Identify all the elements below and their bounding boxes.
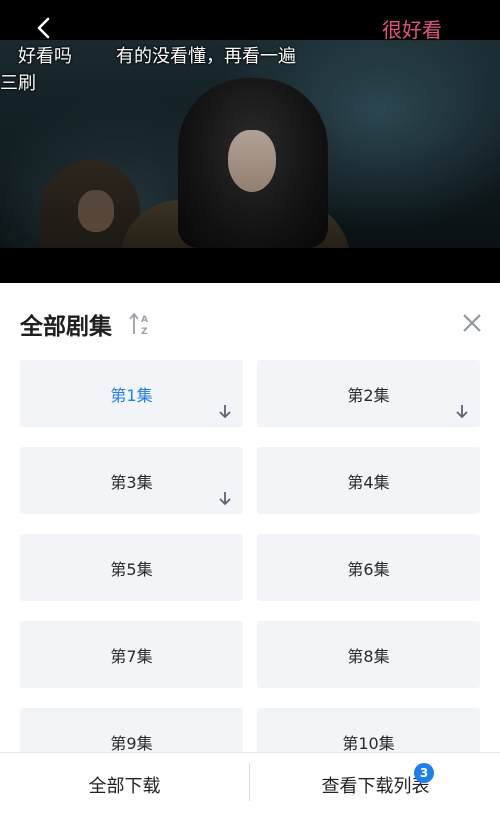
episode-grid: 第1集 第2集第3集 第4集第5集 第6集第7集 第8集第9集 第10集 (20, 360, 480, 775)
back-button[interactable] (30, 14, 58, 42)
danmaku-comment: 有的没看懂，再看一遍 (116, 46, 296, 67)
background-figure-face (78, 190, 114, 232)
panel-header: 全部剧集 A Z (0, 283, 500, 353)
episode-label: 第2集 (347, 385, 390, 405)
episode-item[interactable]: 第5集 (20, 534, 243, 601)
episode-item[interactable]: 第4集 (257, 447, 480, 514)
downloaded-arrow-icon (456, 405, 468, 418)
episode-label: 第1集 (110, 385, 153, 405)
close-icon[interactable] (460, 311, 484, 335)
episode-item[interactable]: 第3集 (20, 447, 243, 514)
episode-label: 第10集 (342, 733, 395, 753)
figure-face (228, 130, 276, 192)
divider (249, 763, 250, 801)
episode-label: 第4集 (347, 472, 390, 492)
episode-item[interactable]: 第1集 (20, 360, 243, 427)
downloaded-arrow-icon (219, 405, 231, 418)
episode-label: 第3集 (110, 472, 153, 492)
episode-label: 第8集 (347, 646, 390, 666)
episode-panel: 全部剧集 A Z 第1集 第2集第3集 第4集第5集 第6集第7集 第8集第9集 第10集 (0, 283, 500, 815)
sort-az-icon[interactable]: A Z (128, 311, 152, 337)
svg-text:A: A (141, 315, 148, 325)
view-download-list-button[interactable]: 查看下载列表 (251, 753, 500, 815)
download-count-badge: 3 (414, 763, 434, 783)
episode-label: 第5集 (110, 559, 153, 579)
panel-title: 全部剧集 (20, 314, 112, 340)
downloaded-arrow-icon (219, 492, 231, 505)
episode-item[interactable]: 第6集 (257, 534, 480, 601)
video-frame (0, 40, 500, 283)
episode-item[interactable]: 第7集 (20, 621, 243, 688)
download-all-button[interactable]: 全部下载 (0, 753, 249, 815)
episode-label: 第7集 (110, 646, 153, 666)
danmaku-comment: 很好看 (382, 18, 442, 42)
episode-item[interactable]: 第8集 (257, 621, 480, 688)
danmaku-comment: 好看吗 (18, 46, 72, 67)
bottom-action-bar: 全部下载 查看下载列表 3 (0, 752, 500, 815)
episode-label: 第6集 (347, 559, 390, 579)
letterbox-bar (0, 248, 500, 283)
episode-item[interactable]: 第2集 (257, 360, 480, 427)
chevron-left-icon (37, 17, 50, 39)
svg-text:Z: Z (141, 327, 148, 337)
danmaku-comment: 三刷 (0, 73, 36, 94)
episode-label: 第9集 (110, 733, 153, 753)
video-player[interactable]: 很好看 好看吗 有的没看懂，再看一遍 三刷 (0, 0, 500, 283)
